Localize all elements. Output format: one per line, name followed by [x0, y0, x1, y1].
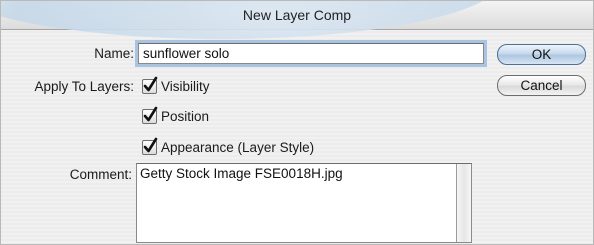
- comment-label: Comment:: [69, 167, 132, 182]
- visibility-checkbox[interactable]: [142, 76, 158, 94]
- checkmark-icon: [143, 76, 158, 92]
- title-bar[interactable]: New Layer Comp: [1, 1, 593, 39]
- new-layer-comp-dialog: New Layer Comp Name: sunflower solo Appl…: [0, 0, 594, 245]
- name-label: Name:: [94, 46, 134, 61]
- cancel-button[interactable]: Cancel: [497, 75, 586, 96]
- checkmark-icon: [143, 106, 158, 122]
- appearance-checkbox[interactable]: [142, 137, 158, 155]
- position-checkbox-row[interactable]: Position: [142, 106, 210, 124]
- ok-button[interactable]: OK: [497, 44, 586, 65]
- position-checkbox[interactable]: [142, 106, 158, 124]
- appearance-checkbox-row[interactable]: Appearance (Layer Style): [142, 137, 315, 155]
- appearance-label: Appearance (Layer Style): [161, 140, 315, 155]
- name-input[interactable]: sunflower solo: [138, 43, 484, 64]
- comment-scrollbar[interactable]: [456, 164, 471, 242]
- position-label: Position: [161, 109, 210, 124]
- comment-textarea[interactable]: Getty Stock Image FSE0018H.jpg: [136, 163, 472, 243]
- checkmark-icon: [143, 137, 158, 153]
- apply-to-layers-label: Apply To Layers:: [34, 79, 134, 94]
- visibility-label: Visibility: [161, 79, 210, 94]
- visibility-checkbox-row[interactable]: Visibility: [142, 76, 210, 94]
- comment-text: Getty Stock Image FSE0018H.jpg: [140, 166, 343, 181]
- dialog-title: New Layer Comp: [242, 7, 352, 23]
